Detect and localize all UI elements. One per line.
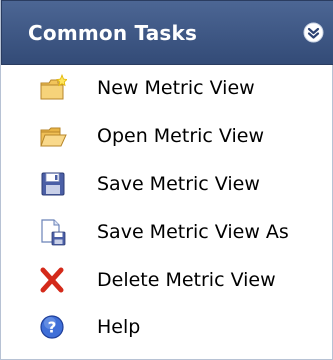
- task-save-metric-view-as[interactable]: Save Metric View As: [1, 210, 333, 256]
- task-label: Delete Metric View: [97, 269, 276, 291]
- panel-header[interactable]: Common Tasks: [1, 0, 333, 65]
- task-label: Save Metric View: [97, 173, 260, 195]
- panel-title: Common Tasks: [28, 21, 198, 45]
- common-tasks-panel: Common Tasks New Metric View Open Metric…: [0, 0, 333, 360]
- help-question-icon: ?: [39, 313, 67, 341]
- task-label: Help: [97, 316, 141, 338]
- task-help[interactable]: ? Help: [1, 305, 333, 351]
- svg-text:?: ?: [48, 319, 57, 337]
- task-label: Open Metric View: [97, 125, 264, 147]
- open-folder-icon: [39, 122, 67, 150]
- floppy-disk-icon: [39, 170, 67, 198]
- task-save-metric-view[interactable]: Save Metric View: [1, 162, 333, 208]
- task-open-metric-view[interactable]: Open Metric View: [1, 114, 333, 160]
- red-x-delete-icon: [39, 266, 67, 294]
- double-chevron-up-icon[interactable]: [303, 22, 324, 43]
- new-folder-star-icon: [39, 73, 68, 102]
- task-new-metric-view[interactable]: New Metric View: [1, 66, 333, 112]
- task-delete-metric-view[interactable]: Delete Metric View: [1, 258, 333, 304]
- task-label: Save Metric View As: [97, 221, 289, 243]
- save-as-document-icon: [39, 218, 67, 246]
- task-label: New Metric View: [97, 77, 255, 99]
